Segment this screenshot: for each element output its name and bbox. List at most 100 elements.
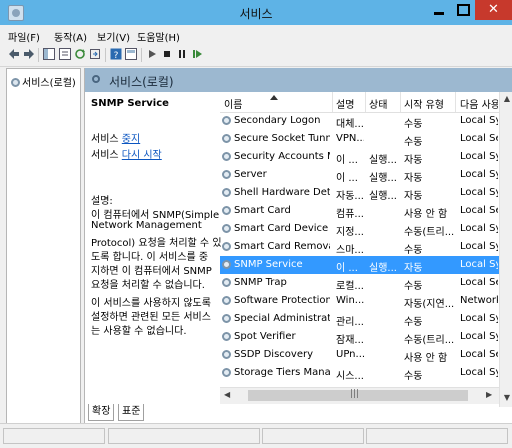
tree-node-services-local[interactable]: 서비스(로컬) [11,74,76,89]
tab-standard[interactable]: 표준 [118,404,145,421]
cell-logon: Local Sys [460,151,498,162]
status-cell [366,428,508,444]
cell-desc: 이 ... [336,155,358,166]
column-divider[interactable] [332,92,333,112]
horizontal-scrollbar[interactable]: ◀ ||| ▶ [220,387,499,404]
properties-icon[interactable] [59,48,71,60]
table-row[interactable]: SSDP Discovery UPn... 사용 안 함 Local Ser [220,346,499,364]
service-gear-icon [222,242,231,251]
pause-icon[interactable] [176,48,188,60]
back-icon[interactable] [8,48,20,60]
cell-startup: 수동 [404,137,423,148]
forward-icon[interactable] [23,48,35,60]
stop-service-link[interactable]: 중지 [122,134,140,145]
scroll-grip-icon: ||| [350,389,360,399]
table-row[interactable]: Smart Card Device E... 지정... 수동(트리... Local… [220,220,499,238]
menu-file[interactable]: 파일(F) [8,29,40,44]
scroll-down-icon[interactable]: ▼ [502,393,512,403]
service-gear-icon [222,206,231,215]
refresh-icon[interactable] [74,48,86,60]
column-name[interactable]: 이름 [224,96,242,111]
cell-status: 실행... [369,191,397,202]
cell-logon: Local Ser [460,133,498,144]
table-row[interactable]: Smart Card Removal ... 스마... 수동 Local Sys [220,238,499,256]
table-row[interactable]: Secondary Logon 대체... 수동 Local Sys [220,112,499,130]
column-divider[interactable] [365,92,366,112]
cell-startup: 수동 [404,317,423,328]
title-bar[interactable]: 서비스 ✕ [0,0,512,25]
cell-startup: 자동(지연... [404,299,454,310]
scroll-left-icon[interactable]: ◀ [224,390,230,399]
description-line: Network Management [91,220,202,231]
cell-startup: 자동 [404,263,423,274]
table-row[interactable]: SNMP Trap 로컬... 수동 Local Ser [220,274,499,292]
minimize-icon [434,12,444,15]
table-row[interactable]: Storage Tiers Manag... 시스... 수동 Local Sys [220,364,499,382]
pane-title: 서비스(로컬) [109,75,174,89]
restart-service-link[interactable]: 다시 시작 [122,150,162,161]
service-gear-icon [222,296,231,305]
description-line: 도록 합니다. 이 서비스를 중 [91,252,209,263]
cell-logon: Local Ser [460,205,498,216]
vertical-scrollbar[interactable]: ▲ ▼ [499,92,512,407]
column-startup-type[interactable]: 시작 유형 [404,96,454,111]
menu-help[interactable]: 도움말(H) [137,29,180,44]
cell-logon: Local Sys [460,259,498,270]
cell-logon: Local Sys [460,367,498,378]
cell-startup: 자동 [404,155,423,166]
cell-logon: Local Sys [460,115,498,126]
column-description[interactable]: 설명 [336,96,354,111]
scroll-up-icon[interactable]: ▲ [502,94,512,104]
service-gear-icon [222,152,231,161]
table-row[interactable]: Secure Socket Tunnel... VPN... 수동 Local Ser [220,130,499,148]
description-line: 요청을 처리할 수 없습니다. [91,280,205,291]
console-icon[interactable] [125,48,137,60]
cell-startup: 수동(트리... [404,335,454,346]
resume-icon[interactable] [191,48,203,60]
cell-startup: 자동 [404,173,423,184]
table-row[interactable]: Software Protection Win... 자동(지연... Network [220,292,499,310]
table-row[interactable]: SNMP Service 이 ... 실행... 자동 Local Sys [220,256,499,274]
cell-desc: 시스... [336,371,364,382]
column-divider[interactable] [455,92,456,112]
description-line: 이 컴퓨터에서 SNMP(Simple [91,210,220,221]
cell-status: 실행... [369,155,397,166]
description-line: 설정하면 관련된 모든 서비스 [91,312,211,323]
services-icon [11,78,20,87]
maximize-button[interactable] [451,0,475,20]
table-row[interactable]: Server 이 ... 실행... 자동 Local Sys [220,166,499,184]
cell-status: 실행... [369,263,397,274]
start-icon[interactable] [146,48,158,60]
help-icon[interactable]: ? [110,48,122,60]
cell-desc: 스마... [336,245,364,256]
stop-icon[interactable] [161,48,173,60]
stop-action-line: 서비스 중지 [91,130,140,145]
table-row[interactable]: Smart Card 컴퓨... 사용 안 함 Local Ser [220,202,499,220]
restart-action-line: 서비스 다시 시작 [91,146,162,161]
status-cell [262,428,364,444]
restart-prefix: 서비스 [91,150,122,161]
column-divider[interactable] [400,92,401,112]
show-tree-icon[interactable] [43,48,55,60]
menu-view[interactable]: 보기(V) [97,29,130,44]
close-button[interactable]: ✕ [475,0,512,20]
scroll-right-icon[interactable]: ▶ [486,390,492,399]
table-row[interactable]: Spot Verifier 잠재... 수동(트리... Local Sys [220,328,499,346]
cell-name: Special Administratio... [234,313,330,324]
services-window: 서비스 ✕ 파일(F) 동작(A) 보기(V) 도움말(H) ? 서비스(로컬) [0,0,512,448]
service-gear-icon [222,116,231,125]
table-row[interactable]: Security Accounts Ma... 이 ... 실행... 자동 Local… [220,148,499,166]
table-row[interactable]: Shell Hardware Detec... 자동... 실행... 자동 Local… [220,184,499,202]
toolbar-separator [38,48,39,62]
services-list: 이름 설명 상태 시작 유형 다음 사용자로 로그온 Secondary Log… [220,92,499,407]
export-icon[interactable] [89,48,101,60]
tab-extended[interactable]: 확장 [88,404,115,421]
column-status[interactable]: 상태 [369,96,387,111]
table-row[interactable]: Special Administratio... 관리... 수동 Local Sys [220,310,499,328]
menu-action[interactable]: 동작(A) [54,29,87,44]
cell-name: Secure Socket Tunnel... [234,133,330,144]
cell-name: SNMP Trap [234,277,287,288]
cell-desc: 자동... [336,191,364,202]
minimize-button[interactable] [427,0,451,20]
column-logon-as[interactable]: 다음 사용자로 로그온 [460,96,498,111]
